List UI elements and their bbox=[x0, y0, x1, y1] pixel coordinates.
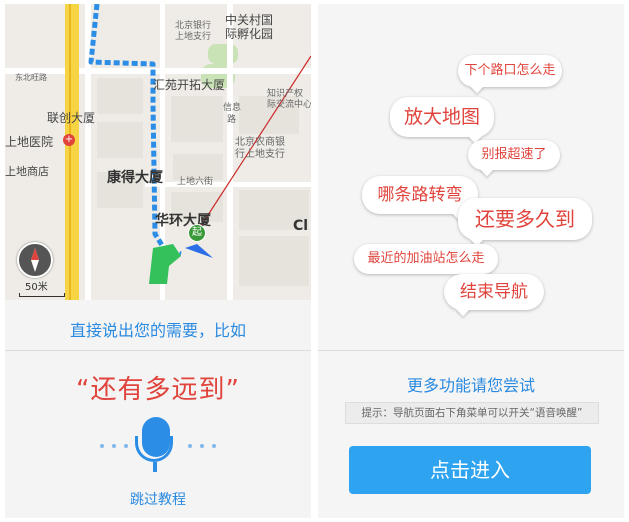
map-label: 际交流中心 bbox=[267, 100, 311, 110]
panel-divider bbox=[313, 0, 316, 522]
hospital-icon: + bbox=[63, 134, 75, 146]
map-view[interactable]: 中关村国 际孵化园 北京银行 上地支行 东北旺路 汇苑开拓大厦 联创大厦 上地医… bbox=[5, 4, 311, 300]
microphone-stem bbox=[153, 462, 157, 472]
map-label: 信息 bbox=[223, 103, 242, 113]
map-label: 上地商店 bbox=[5, 165, 49, 178]
map-label: 康得大厦 bbox=[107, 170, 163, 186]
voice-command-bubble: 最近的加油站怎么走 bbox=[354, 244, 498, 274]
example-quote: “还有多远到” bbox=[76, 375, 240, 405]
compass-icon[interactable] bbox=[17, 242, 53, 278]
map-label: 汇苑开拓大厦 bbox=[153, 78, 226, 92]
map-label: Cl bbox=[293, 218, 309, 234]
map-label: 东北旺路 bbox=[15, 73, 47, 82]
map-label: 知识产权 bbox=[267, 89, 304, 99]
tutorial-right-panel: 下个路口怎么走 放大地图 别报超速了 哪条路转弯 还要多久到 最近的加油站怎么走… bbox=[318, 4, 624, 518]
sound-dot bbox=[200, 444, 204, 448]
sound-dot bbox=[124, 444, 128, 448]
map-scale-bar bbox=[19, 293, 65, 297]
sound-dot bbox=[188, 444, 192, 448]
divider-line bbox=[5, 350, 311, 351]
map-label: 北京农商银 bbox=[235, 137, 285, 148]
map-label: 中关村国 bbox=[225, 13, 274, 27]
sound-dot bbox=[100, 444, 104, 448]
skip-tutorial-link[interactable]: 跳过教程 bbox=[5, 489, 311, 509]
voice-command-bubble: 还要多久到 bbox=[458, 198, 592, 240]
voice-input-area[interactable] bbox=[5, 414, 311, 474]
voice-wakeup-tip: 提示：导航页面右下角菜单可以开关“语音唤醒” bbox=[345, 402, 599, 424]
voice-command-bubble: 放大地图 bbox=[390, 97, 494, 137]
sound-dot bbox=[112, 444, 116, 448]
voice-command-bubble: 结束导航 bbox=[444, 274, 544, 310]
sound-dot bbox=[212, 444, 216, 448]
voice-command-bubble: 别报超速了 bbox=[468, 140, 560, 170]
start-marker-icon: 起 bbox=[188, 224, 206, 242]
map-label: 北京银行 bbox=[175, 21, 212, 31]
map-label: 行上地支行 bbox=[235, 149, 285, 160]
divider-line bbox=[318, 350, 624, 351]
enter-button[interactable]: 点击进入 bbox=[349, 446, 591, 494]
compass-needle bbox=[31, 248, 39, 272]
hint-title: 直接说出您的需要，比如 bbox=[69, 321, 246, 340]
voice-command-bubble: 下个路口怎么走 bbox=[458, 55, 562, 87]
map-label: 上地支行 bbox=[175, 32, 212, 42]
tutorial-left-panel: 中关村国 际孵化园 北京银行 上地支行 东北旺路 汇苑开拓大厦 联创大厦 上地医… bbox=[5, 4, 311, 518]
map-label: 路 bbox=[227, 115, 237, 125]
map-label: 联创大厦 bbox=[47, 111, 96, 125]
map-label: 上地六街 bbox=[177, 177, 214, 187]
more-features-text: 更多功能请您尝试 bbox=[406, 376, 535, 395]
map-label: 际孵化园 bbox=[225, 27, 274, 41]
map-scale-label: 50米 bbox=[25, 282, 48, 293]
microphone-arc bbox=[135, 436, 173, 462]
map-label: 上地医院 bbox=[5, 135, 54, 149]
